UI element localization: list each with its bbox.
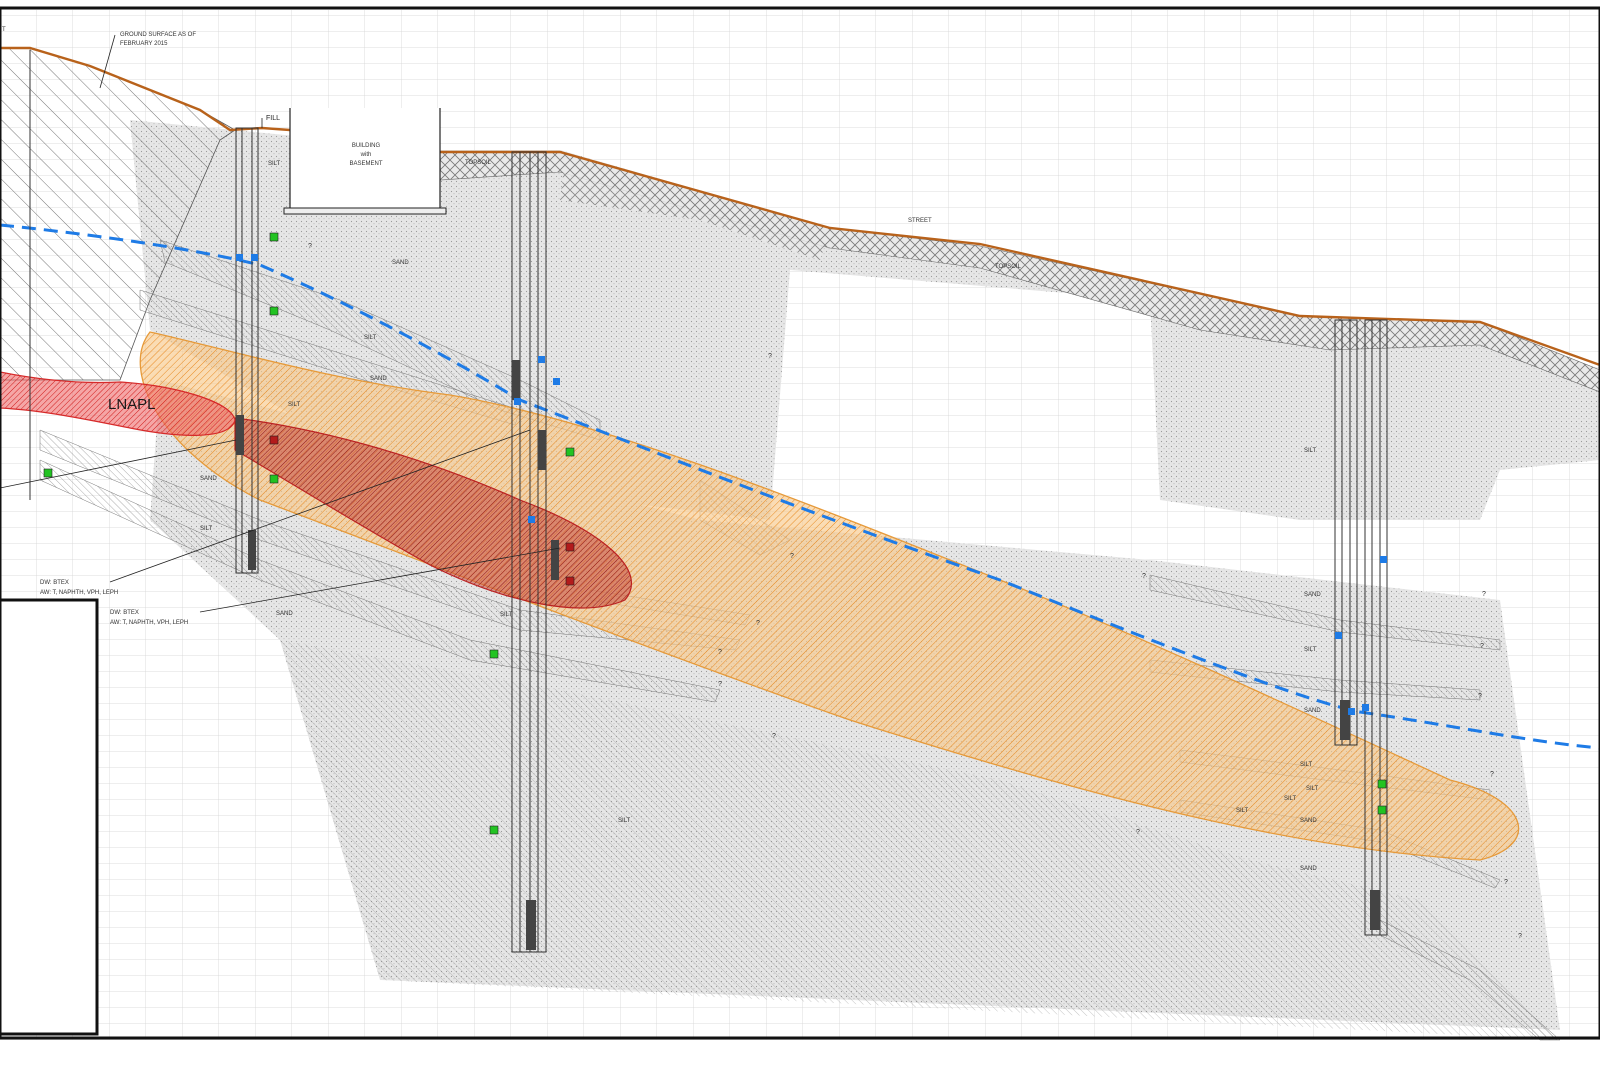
soil-label-sand: SAND bbox=[392, 260, 409, 266]
title-block-frame bbox=[0, 598, 99, 1036]
uncertain-marker: ? bbox=[718, 681, 722, 688]
soil-label-sand: SAND bbox=[370, 376, 387, 382]
uncertain-marker: ? bbox=[308, 243, 312, 250]
soil-label-sand: SAND bbox=[1300, 866, 1317, 872]
soil-label-silt: SILT bbox=[288, 402, 301, 408]
callout-well-b-2: AW: T, NAPHTH, VPH, LEPH bbox=[110, 620, 188, 626]
soil-label-silt: SILT bbox=[1236, 808, 1249, 814]
top-edge-glyph: T bbox=[2, 27, 6, 33]
soil-label-silt: SILT bbox=[618, 818, 631, 824]
ground-surface-label-2: FEBRUARY 2015 bbox=[120, 41, 168, 47]
soil-label-silt: SILT bbox=[1304, 448, 1317, 454]
building-label-3: BASEMENT bbox=[349, 161, 382, 167]
soil-label-silt: SILT bbox=[364, 335, 377, 341]
building-label-1: BUILDING bbox=[352, 143, 381, 149]
building-label-2: with bbox=[360, 152, 372, 158]
street-label: STREET bbox=[908, 218, 932, 224]
soil-label-silt: SILT bbox=[1284, 796, 1297, 802]
uncertain-marker: ? bbox=[772, 733, 776, 740]
cross-section-diagram: GROUND SURFACE AS OF FEBRUARY 2015 FILL … bbox=[0, 6, 1600, 1041]
ground-surface-label-1: GROUND SURFACE AS OF bbox=[120, 32, 196, 38]
callout-well-a-2: AW: T, NAPHTH, VPH, LEPH bbox=[40, 590, 118, 596]
uncertain-marker: ? bbox=[768, 353, 772, 360]
callout-well-a-1: DW: BTEX bbox=[40, 580, 69, 586]
lnapl-label: LNAPL bbox=[108, 396, 156, 413]
uncertain-marker: ? bbox=[718, 649, 722, 656]
soil-label-sand: SAND bbox=[200, 476, 217, 482]
uncertain-marker: ? bbox=[1142, 573, 1146, 580]
soil-label-sand: SAND bbox=[276, 611, 293, 617]
soil-label-sand: SAND bbox=[1300, 818, 1317, 824]
uncertain-marker: ? bbox=[1478, 693, 1482, 700]
uncertain-marker: ? bbox=[790, 553, 794, 560]
uncertain-marker: ? bbox=[1482, 591, 1486, 598]
soil-label-silt: SILT bbox=[200, 526, 213, 532]
callout-well-b-1: DW: BTEX bbox=[110, 610, 139, 616]
soil-label-sand: SAND bbox=[1304, 708, 1321, 714]
soil-label-silt: SILT bbox=[500, 612, 513, 618]
uncertain-marker: ? bbox=[1490, 771, 1494, 778]
soil-label-silt: SILT bbox=[1306, 786, 1319, 792]
soil-label-silt: SILT bbox=[268, 161, 281, 167]
uncertain-marker: ? bbox=[1136, 829, 1140, 836]
topsoil-label-1: TOPSOIL bbox=[465, 160, 492, 166]
uncertain-marker: ? bbox=[1504, 879, 1508, 886]
uncertain-marker: ? bbox=[1518, 933, 1522, 940]
fill-label: FILL bbox=[266, 115, 280, 122]
topsoil-label-2: TOPSOIL bbox=[995, 264, 1022, 270]
uncertain-marker: ? bbox=[756, 620, 760, 627]
soil-label-silt: SILT bbox=[1304, 647, 1317, 653]
uncertain-marker: ? bbox=[1480, 643, 1484, 650]
soil-label-sand: SAND bbox=[1304, 592, 1321, 598]
soil-label-silt: SILT bbox=[1300, 762, 1313, 768]
